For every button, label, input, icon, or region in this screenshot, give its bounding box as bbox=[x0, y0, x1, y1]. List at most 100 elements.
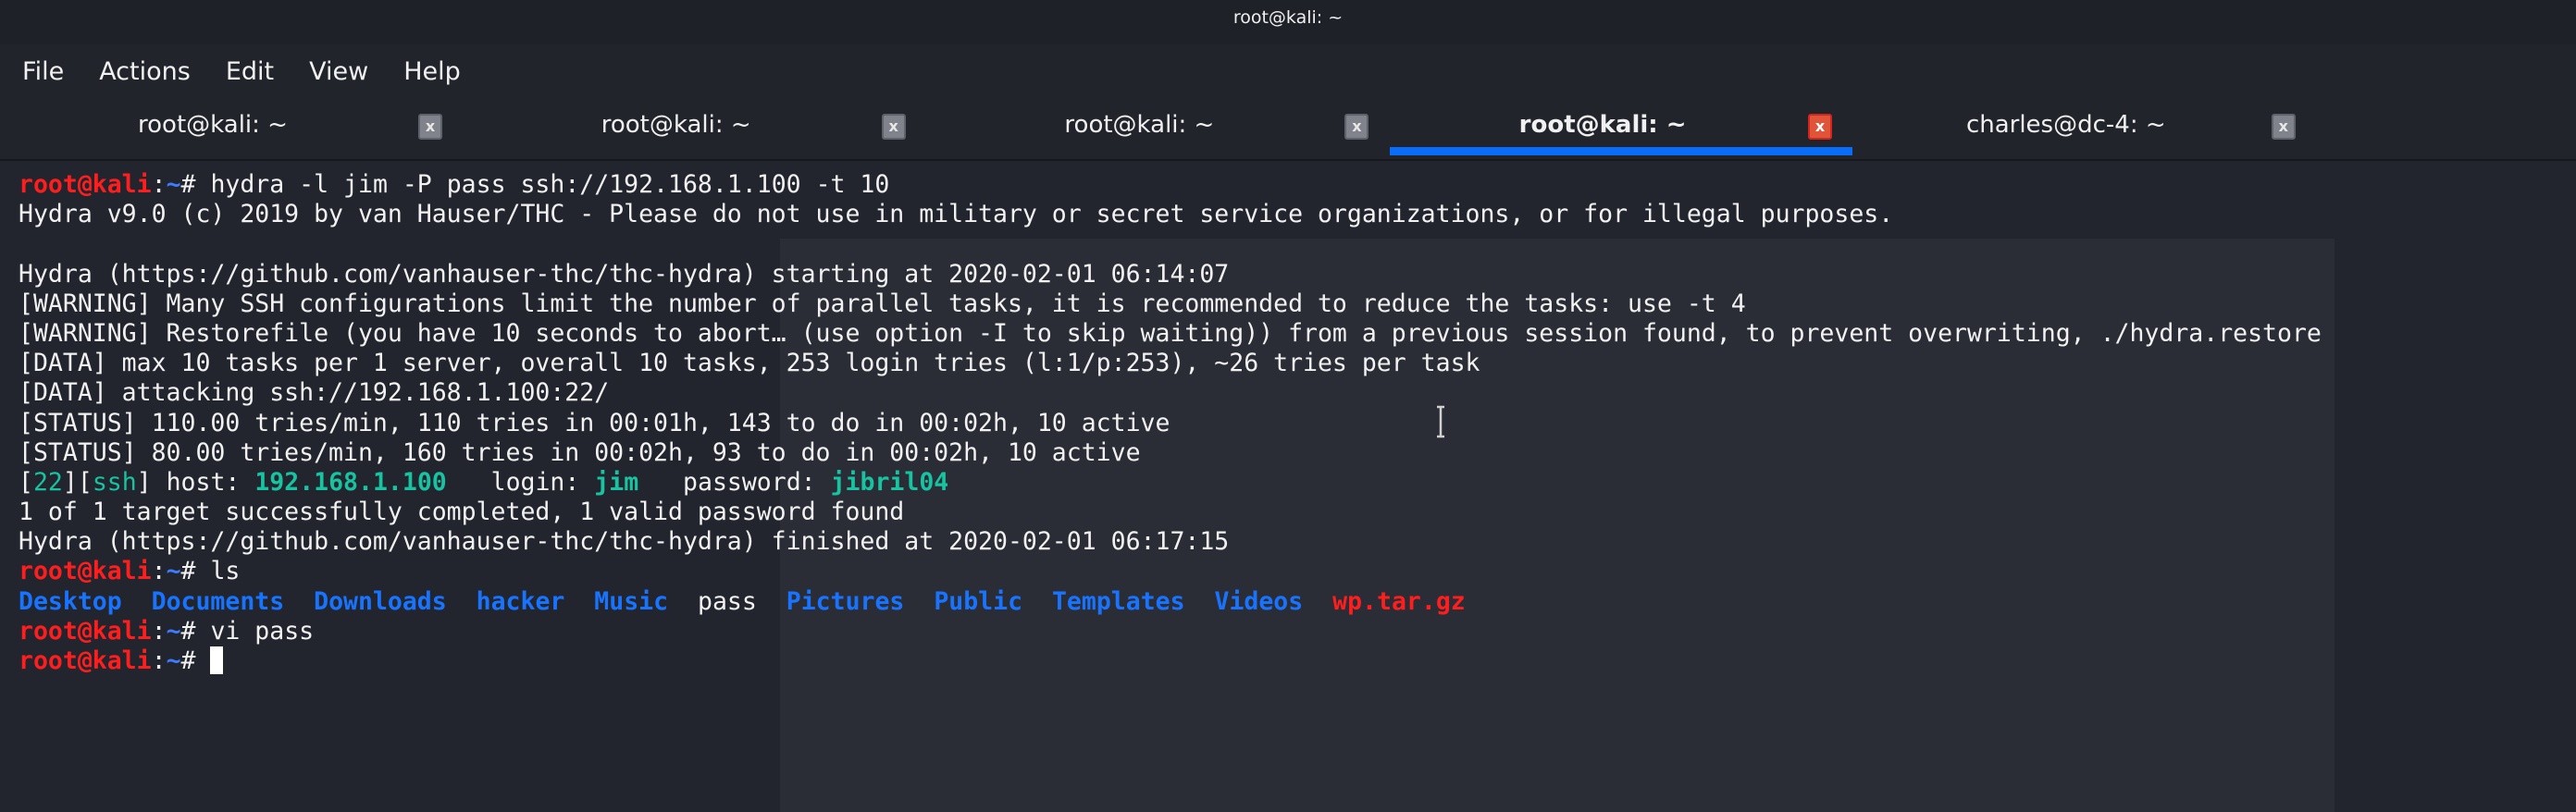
terminal-text-prompt-colon: : bbox=[151, 646, 167, 675]
terminal-text-teal: ssh bbox=[92, 467, 137, 497]
terminal-text-plain: # vi pass bbox=[180, 616, 315, 646]
terminal-text-plain bbox=[1022, 587, 1052, 616]
text-cursor-ibeam-icon bbox=[1437, 405, 1444, 438]
terminal-text-plain: [STATUS] 110.00 tries/min, 110 tries in … bbox=[19, 408, 1170, 437]
terminal-text-prompt-colon: : bbox=[151, 170, 167, 199]
tab-bar: root@kali: ~ x root@kali: ~ x root@kali: ~ x r… bbox=[0, 98, 2576, 161]
tab-close-icon[interactable]: x bbox=[1344, 114, 1369, 140]
terminal-text-prompt-user: root@kali bbox=[19, 616, 152, 646]
terminal-text-plain bbox=[447, 587, 477, 616]
terminal-text-prompt-path: ~ bbox=[166, 616, 181, 646]
terminal-text-plain: ] host: bbox=[136, 467, 255, 497]
terminal-text-dir: Videos bbox=[1214, 586, 1304, 616]
tab-5[interactable]: charles@dc-4: ~ x bbox=[1853, 98, 2316, 159]
terminal-text-plain: pass bbox=[698, 586, 757, 616]
tab-4[interactable]: root@kali: ~ x bbox=[1390, 98, 1853, 159]
terminal-text-dir: Pictures bbox=[786, 586, 905, 616]
terminal-text-prompt-colon: : bbox=[151, 557, 167, 586]
terminal-text-teal: 22 bbox=[32, 467, 63, 497]
tab-label: root@kali: ~ bbox=[601, 111, 751, 139]
terminal-text-plain: # ls bbox=[180, 557, 241, 586]
terminal-text-dir: Downloads bbox=[314, 586, 447, 616]
terminal-text-plain bbox=[1303, 587, 1332, 616]
tab-label: root@kali: ~ bbox=[1064, 111, 1215, 139]
terminal-text-plain: password: bbox=[638, 467, 831, 497]
terminal-line: root@kali:~# bbox=[19, 646, 2322, 676]
tab-1[interactable]: root@kali: ~ x bbox=[0, 98, 463, 159]
menu-bar: File Actions Edit View Help bbox=[0, 44, 2576, 98]
terminal-output[interactable]: root@kali:~# hydra -l jim -P pass ssh://… bbox=[19, 170, 2322, 676]
tab-close-icon[interactable]: x bbox=[1808, 114, 1833, 140]
terminal-text-plain: [STATUS] 80.00 tries/min, 160 tries in 0… bbox=[19, 437, 1141, 467]
terminal-text-teal-bold: jibril04 bbox=[830, 467, 949, 497]
terminal-text-dir: Desktop bbox=[19, 586, 122, 616]
menu-help[interactable]: Help bbox=[403, 57, 461, 86]
terminal-text-plain: [DATA] attacking ssh://192.168.1.100:22/ bbox=[19, 378, 610, 408]
tab-label: charles@dc-4: ~ bbox=[1965, 111, 2166, 139]
terminal-text-prompt-path: ~ bbox=[166, 557, 181, 586]
terminal-text-plain: [ bbox=[19, 467, 33, 497]
terminal-text-plain bbox=[1185, 587, 1215, 616]
terminal-text-plain bbox=[284, 587, 314, 616]
tab-close-icon[interactable]: x bbox=[881, 114, 906, 140]
terminal-text-plain: Hydra (https://github.com/vanhauser-thc/… bbox=[19, 527, 1230, 557]
terminal-line: root@kali:~# hydra -l jim -P pass ssh://… bbox=[19, 170, 2322, 200]
terminal-cursor bbox=[210, 646, 224, 674]
terminal-text-plain bbox=[757, 587, 786, 616]
terminal-line: [DATA] max 10 tasks per 1 server, overal… bbox=[19, 349, 2322, 378]
terminal-text-plain: [DATA] max 10 tasks per 1 server, overal… bbox=[19, 349, 1480, 378]
terminal-text-plain: # hydra -l jim -P pass ssh://192.168.1.1… bbox=[180, 170, 890, 199]
terminal-text-dir: Music bbox=[594, 586, 669, 616]
active-tab-indicator bbox=[1390, 147, 1853, 155]
terminal-text-plain: [WARNING] Restorefile (you have 10 secon… bbox=[19, 318, 2322, 348]
terminal-text-plain bbox=[668, 587, 698, 616]
terminal-text-plain: 1 of 1 target successfully completed, 1 … bbox=[19, 498, 905, 527]
menu-file[interactable]: File bbox=[22, 57, 64, 86]
terminal-text-teal-bold: 192.168.1.100 bbox=[254, 467, 447, 497]
terminal-line: [DATA] attacking ssh://192.168.1.100:22/ bbox=[19, 378, 2322, 408]
terminal-line: [WARNING] Restorefile (you have 10 secon… bbox=[19, 319, 2322, 349]
terminal-text-plain: login: bbox=[446, 467, 595, 497]
terminal-text-teal-bold: jim bbox=[594, 467, 639, 497]
terminal-line: Desktop Documents Downloads hacker Music… bbox=[19, 587, 2322, 617]
terminal-text-prompt-user: root@kali bbox=[19, 557, 152, 586]
terminal-line: [22][ssh] host: 192.168.1.100 login: jim… bbox=[19, 468, 2322, 498]
menu-edit[interactable]: Edit bbox=[226, 57, 274, 86]
menu-actions[interactable]: Actions bbox=[99, 57, 191, 86]
tab-label: root@kali: ~ bbox=[138, 111, 288, 139]
terminal-text-dir: Documents bbox=[151, 586, 285, 616]
terminal-text-dir: Templates bbox=[1051, 586, 1185, 616]
terminal-text-plain bbox=[122, 587, 152, 616]
window-titlebar: root@kali: ~ bbox=[0, 0, 2576, 44]
terminal-text-dir: Public bbox=[934, 586, 1023, 616]
terminal-text-prompt-path: ~ bbox=[166, 170, 181, 199]
terminal-text-dir: hacker bbox=[476, 586, 565, 616]
terminal-text-plain: # bbox=[180, 646, 211, 675]
terminal-line: Hydra v9.0 (c) 2019 by van Hauser/THC - … bbox=[19, 200, 2322, 229]
terminal-text-plain: Hydra (https://github.com/vanhauser-thc/… bbox=[19, 259, 1230, 289]
terminal-text-plain: [WARNING] Many SSH configurations limit … bbox=[19, 289, 1746, 318]
terminal-text-prompt-user: root@kali bbox=[19, 170, 152, 199]
terminal-line: root@kali:~# ls bbox=[19, 557, 2322, 586]
terminal-text-prompt-colon: : bbox=[151, 616, 167, 646]
terminal-line: Hydra (https://github.com/vanhauser-thc/… bbox=[19, 260, 2322, 289]
terminal-line: [WARNING] Many SSH configurations limit … bbox=[19, 289, 2322, 319]
terminal-line: Hydra (https://github.com/vanhauser-thc/… bbox=[19, 527, 2322, 557]
terminal-text-prompt-path: ~ bbox=[166, 646, 181, 675]
tab-2[interactable]: root@kali: ~ x bbox=[464, 98, 926, 159]
tab-3[interactable]: root@kali: ~ x bbox=[926, 98, 1389, 159]
terminal-text-plain bbox=[564, 587, 594, 616]
tab-close-icon[interactable]: x bbox=[2271, 114, 2296, 140]
terminal-line: 1 of 1 target successfully completed, 1 … bbox=[19, 498, 2322, 527]
terminal-line: [STATUS] 110.00 tries/min, 110 tries in … bbox=[19, 409, 2322, 438]
terminal-text-plain: Hydra v9.0 (c) 2019 by van Hauser/THC - … bbox=[19, 200, 1894, 229]
tab-label: root@kali: ~ bbox=[1518, 111, 1687, 139]
menu-view[interactable]: View bbox=[309, 57, 368, 86]
terminal-text-plain bbox=[904, 587, 934, 616]
tab-close-icon[interactable]: x bbox=[418, 114, 442, 140]
terminal-line: [STATUS] 80.00 tries/min, 160 tries in 0… bbox=[19, 438, 2322, 468]
window-title: root@kali: ~ bbox=[1232, 7, 1344, 28]
terminal-text-archive: wp.tar.gz bbox=[1332, 586, 1466, 616]
terminal-text-plain: ][ bbox=[62, 467, 93, 497]
